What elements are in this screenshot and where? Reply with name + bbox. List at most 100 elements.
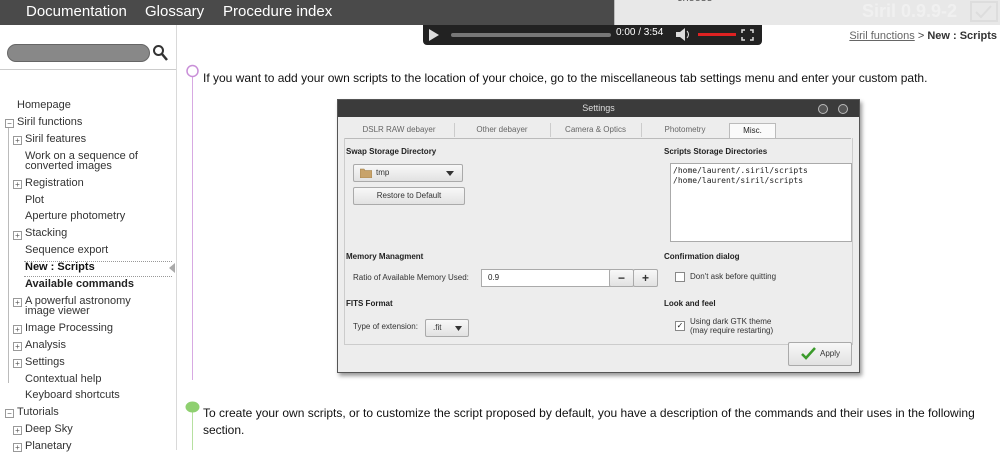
- memory-decrement-button: −: [609, 269, 634, 287]
- expand-icon[interactable]: +: [13, 342, 22, 351]
- nav-documentation[interactable]: Documentation: [26, 3, 127, 20]
- version-title: Siril 0.9.9-2: [862, 1, 958, 21]
- expand-icon[interactable]: +: [13, 136, 22, 145]
- search-icon[interactable]: [152, 44, 168, 62]
- scripts-storage-heading: Scripts Storage Directories: [664, 147, 768, 156]
- sidebar-item-aperture-photometry[interactable]: Aperture photometry: [25, 211, 125, 222]
- fullscreen-icon[interactable]: [741, 29, 754, 41]
- memory-ratio-field: 0.9: [481, 269, 611, 287]
- search-input[interactable]: [7, 44, 150, 62]
- sidebar-item-registration[interactable]: Registration: [25, 178, 84, 189]
- breadcrumb-separator: >: [917, 30, 925, 42]
- sidebar-item-work-on-sequence-line2[interactable]: converted images: [25, 161, 112, 172]
- collapse-icon[interactable]: −: [5, 119, 14, 128]
- content-paragraph: To create your own scripts, or to custom…: [203, 406, 975, 420]
- memory-label: Ratio of Available Memory Used:: [353, 273, 469, 282]
- settings-tabs: DSLR RAW debayer Other debayer Camera & …: [344, 123, 851, 139]
- timeline-marker-icon: [186, 64, 199, 78]
- expand-icon[interactable]: +: [13, 443, 22, 452]
- scripts-path: /home/laurent/.siril/scripts: [673, 166, 808, 175]
- video-player: 0:00 / 3:54: [423, 25, 762, 45]
- settings-window-screenshot: Settings DSLR RAW debayer Other debayer …: [337, 99, 860, 373]
- tree-line: [8, 128, 9, 383]
- fits-extension-value: .fit: [433, 323, 442, 332]
- sidebar-item-siril-features[interactable]: Siril features: [25, 134, 86, 145]
- dropdown-arrow-icon: [455, 326, 462, 331]
- expand-icon[interactable]: +: [13, 180, 22, 189]
- minimize-icon: [818, 104, 828, 114]
- sidebar-item-image-processing[interactable]: Image Processing: [25, 323, 113, 334]
- tab-misc: Misc.: [729, 123, 776, 138]
- sidebar-item-planetary[interactable]: Planetary: [25, 441, 71, 452]
- scripts-path: /home/laurent/siril/scripts: [673, 176, 804, 185]
- sidebar-item-contextual-help[interactable]: Contextual help: [25, 374, 101, 385]
- top-navigation-bar: Documentation Glossary Procedure index c…: [0, 0, 1000, 25]
- dark-theme-note: (may require restarting): [690, 326, 774, 335]
- sidebar-item-plot[interactable]: Plot: [25, 195, 44, 206]
- video-seek-bar[interactable]: [451, 33, 611, 37]
- memory-increment-button: +: [633, 269, 658, 287]
- sidebar-item-sequence-export[interactable]: Sequence export: [25, 245, 108, 256]
- sidebar-item-settings[interactable]: Settings: [25, 357, 65, 368]
- sidebar-item-analysis[interactable]: Analysis: [25, 340, 66, 351]
- expand-icon[interactable]: +: [13, 359, 22, 368]
- timeline-marker-icon: [185, 401, 200, 413]
- volume-slider[interactable]: [698, 33, 736, 36]
- content-paragraph-line2: section.: [203, 423, 245, 437]
- memory-heading: Memory Managment: [346, 252, 424, 261]
- confirm-checkbox: [675, 272, 685, 282]
- memory-ratio-value: 0.9: [488, 273, 500, 282]
- volume-icon[interactable]: [676, 28, 692, 41]
- sidebar-divider: [0, 69, 176, 70]
- timeline-line: [192, 410, 193, 450]
- video-time: 0:00 / 3:54: [616, 27, 664, 38]
- toolbox-text: choose: [677, 0, 712, 4]
- expand-icon[interactable]: +: [13, 426, 22, 435]
- look-and-feel-heading: Look and feel: [664, 299, 716, 308]
- fits-extension-label: Type of extension:: [353, 322, 418, 331]
- checkmark-icon: [801, 347, 816, 360]
- swap-directory-chooser: tmp: [353, 164, 463, 182]
- fits-extension-dropdown: .fit: [425, 319, 469, 337]
- close-icon: [838, 104, 848, 114]
- breadcrumb-current: New : Scripts: [927, 30, 997, 42]
- confirmation-heading: Confirmation dialog: [664, 252, 740, 261]
- swap-storage-heading: Swap Storage Directory: [346, 147, 437, 156]
- settings-window-title: Settings: [338, 100, 859, 117]
- siril-logo-icon[interactable]: [970, 0, 998, 22]
- breadcrumb: Siril functions > New : Scripts: [849, 30, 997, 42]
- nav-glossary[interactable]: Glossary: [145, 3, 204, 20]
- play-icon[interactable]: [428, 29, 440, 41]
- sidebar-item-stacking[interactable]: Stacking: [25, 228, 67, 239]
- confirm-label: Don't ask before quitting: [690, 272, 777, 281]
- sidebar-item-astronomy-viewer-line2[interactable]: image viewer: [25, 306, 90, 317]
- expand-icon[interactable]: +: [13, 298, 22, 307]
- apply-label: Apply: [820, 349, 841, 358]
- sidebar-item-available-commands[interactable]: Available commands: [25, 279, 134, 290]
- sidebar-item-deep-sky[interactable]: Deep Sky: [25, 424, 73, 435]
- expand-icon[interactable]: +: [13, 325, 22, 334]
- sidebar-item-siril-functions[interactable]: Siril functions: [17, 117, 82, 128]
- content-paragraph: If you want to add your own scripts to t…: [203, 71, 928, 85]
- restore-default-button: Restore to Default: [353, 187, 465, 205]
- sidebar-item-homepage[interactable]: Homepage: [17, 100, 71, 111]
- sidebar: Homepage − Siril functions + Siril featu…: [0, 25, 177, 452]
- apply-button: Apply: [788, 342, 852, 366]
- sidebar-item-keyboard-shortcuts[interactable]: Keyboard shortcuts: [25, 390, 120, 401]
- expand-icon[interactable]: +: [13, 231, 22, 240]
- sidebar-item-tutorials[interactable]: Tutorials: [17, 407, 59, 418]
- sidebar-item-new-scripts[interactable]: New : Scripts: [25, 262, 95, 273]
- nav-procedure-index[interactable]: Procedure index: [223, 3, 332, 20]
- folder-icon: [360, 168, 372, 178]
- current-pointer-icon: [169, 263, 175, 273]
- tab-other-debayer: Other debayer: [454, 123, 551, 137]
- dark-theme-label: Using dark GTK theme: [690, 317, 772, 326]
- swap-directory-value: tmp: [376, 168, 390, 177]
- tab-dslr-raw-debayer: DSLR RAW debayer: [344, 123, 455, 137]
- tab-photometry: Photometry: [641, 123, 730, 137]
- tab-camera-optics: Camera & Optics: [550, 123, 642, 137]
- fits-format-heading: FITS Format: [346, 299, 393, 308]
- collapse-icon[interactable]: −: [5, 409, 14, 418]
- breadcrumb-parent[interactable]: Siril functions: [849, 30, 914, 42]
- dark-theme-checkbox: ✓: [675, 321, 685, 331]
